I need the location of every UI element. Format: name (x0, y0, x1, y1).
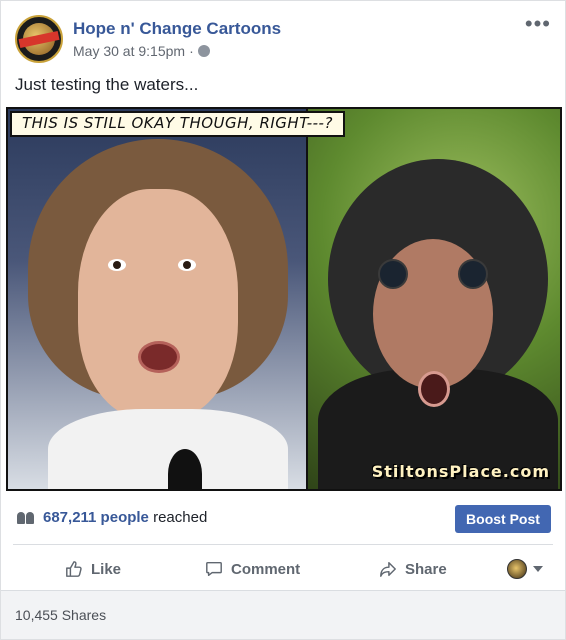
page-avatar[interactable] (15, 15, 63, 63)
action-bar: Like Comment Share (13, 549, 553, 589)
post-timestamp[interactable]: May 30 at 9:15pm (73, 43, 185, 59)
watermark-text: StiltonsPlace.com (371, 462, 550, 481)
reach-stats: 687,211 people reached (17, 509, 207, 526)
post-footer: 10,455 Shares (1, 590, 565, 639)
reach-suffix: reached (153, 509, 208, 526)
monkey-left-eye (378, 259, 408, 289)
reach-count-link[interactable]: 687,211 people (43, 509, 149, 526)
woman-right-eye (178, 259, 196, 271)
like-button[interactable]: Like (65, 555, 121, 583)
left-photo-panel (8, 109, 306, 489)
divider-line (13, 544, 553, 545)
post-caption: Just testing the waters... (15, 75, 199, 94)
cartoon-caption-banner: THIS IS STILL OKAY THOUGH, RIGHT---? (10, 111, 345, 137)
meta-separator: · (189, 43, 194, 59)
post-image[interactable]: THIS IS STILL OKAY THOUGH, RIGHT---? Sti… (6, 107, 562, 491)
post-meta: May 30 at 9:15pm · (73, 43, 210, 59)
post-header: Hope n' Change Cartoons May 30 at 9:15pm… (15, 13, 551, 65)
viewer-avatar (507, 559, 527, 579)
monkey-right-eye (458, 259, 488, 289)
people-icon (17, 511, 35, 524)
share-label: Share (405, 560, 447, 578)
boost-post-button[interactable]: Boost Post (455, 505, 551, 533)
like-label: Like (91, 560, 122, 578)
more-options-icon[interactable]: ••• (525, 13, 551, 35)
comment-label: Comment (231, 560, 301, 578)
shares-count-link[interactable]: 10,455 Shares (15, 607, 106, 623)
woman-left-eye (108, 259, 126, 271)
post-as-selector[interactable] (507, 559, 543, 579)
thumbs-up-icon (66, 561, 82, 577)
share-button[interactable]: Share (379, 555, 447, 583)
comment-button[interactable]: Comment (205, 555, 300, 583)
share-arrow-icon (380, 561, 396, 577)
comment-icon (206, 561, 222, 577)
woman-mouth (138, 341, 180, 373)
microphone (168, 449, 202, 489)
woman-face (78, 189, 238, 419)
page-name-link[interactable]: Hope n' Change Cartoons (73, 19, 281, 39)
monkey-mouth (418, 371, 450, 407)
chevron-down-icon (533, 566, 543, 572)
post-card: Hope n' Change Cartoons May 30 at 9:15pm… (0, 0, 566, 640)
right-photo-panel (308, 109, 560, 489)
globe-icon[interactable] (197, 45, 210, 57)
